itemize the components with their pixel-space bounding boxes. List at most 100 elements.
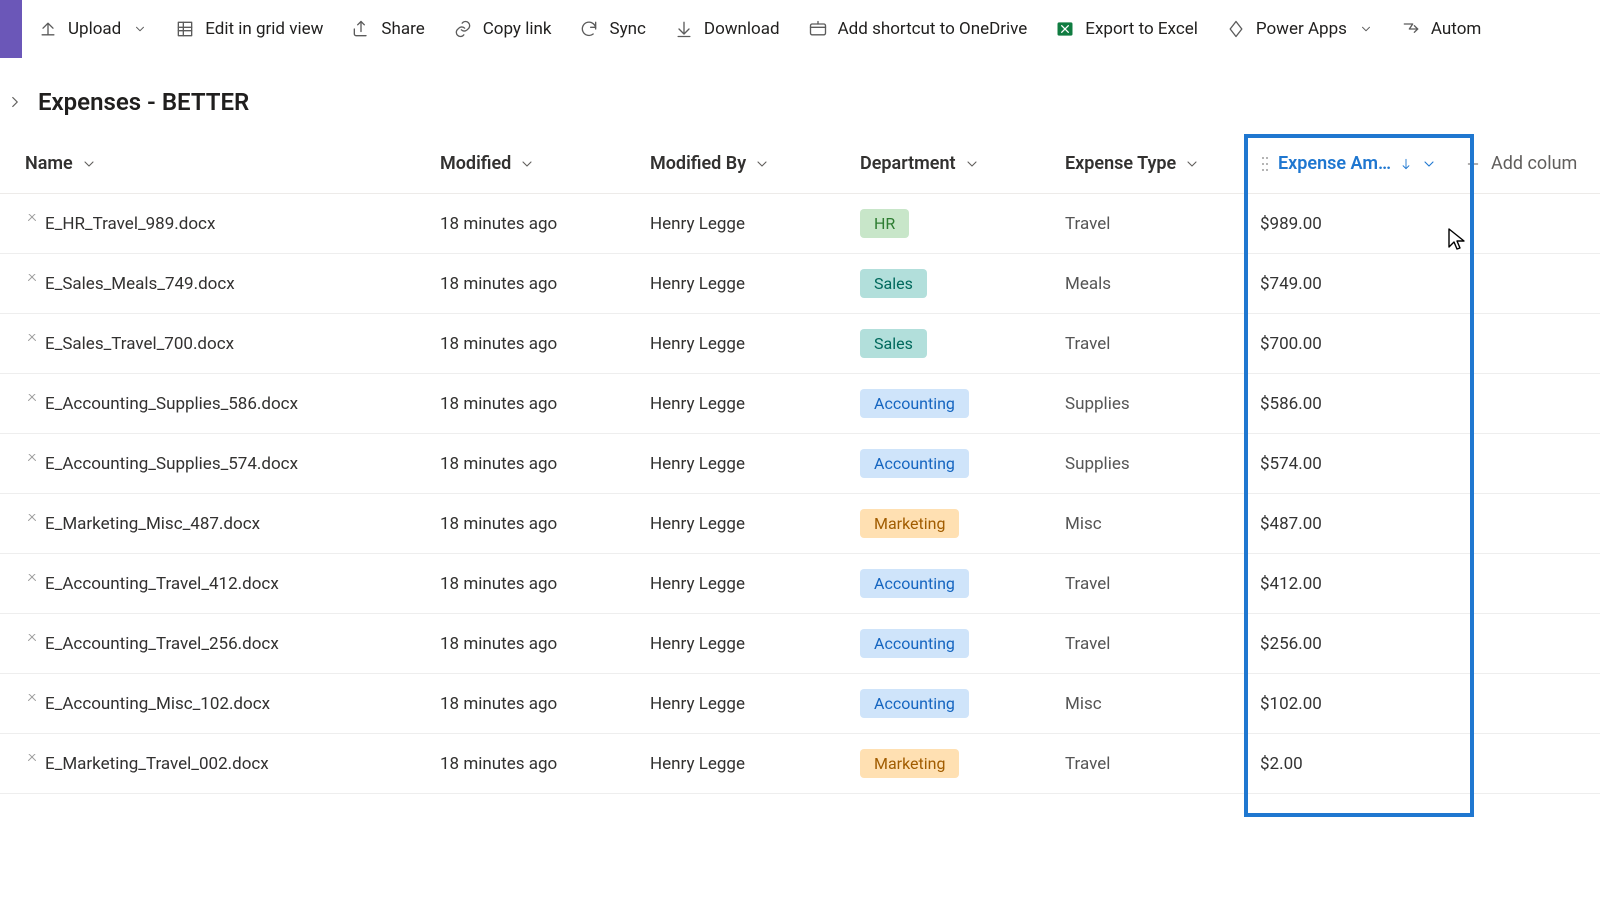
chevron-right-icon[interactable]	[6, 93, 24, 111]
chevron-down-icon	[1184, 156, 1200, 172]
modifiedby-text: Henry Legge	[650, 694, 745, 714]
cell-department: Sales	[850, 329, 1055, 358]
modified-text: 18 minutes ago	[440, 694, 557, 714]
amount-text: $256.00	[1260, 634, 1322, 654]
download-icon	[674, 19, 694, 39]
amount-text: $700.00	[1260, 334, 1322, 354]
cell-department: Accounting	[850, 569, 1055, 598]
modified-text: 18 minutes ago	[440, 514, 557, 534]
table-row[interactable]: E_Marketing_Travel_002.docx18 minutes ag…	[0, 734, 1600, 794]
cell-expenseamount: $412.00	[1250, 574, 1455, 594]
cell-expenseamount: $256.00	[1250, 634, 1455, 654]
table-row[interactable]: E_Accounting_Travel_256.docx18 minutes a…	[0, 614, 1600, 674]
col-expenseamount[interactable]: Expense Am…	[1250, 153, 1455, 174]
cell-name[interactable]: E_Accounting_Misc_102.docx	[15, 694, 430, 714]
col-modified[interactable]: Modified	[430, 153, 640, 174]
cell-name[interactable]: E_Marketing_Travel_002.docx	[15, 754, 430, 774]
copylink-label: Copy link	[483, 19, 552, 39]
cell-modifiedby: Henry Legge	[640, 334, 850, 354]
table-row[interactable]: E_Accounting_Supplies_574.docx18 minutes…	[0, 434, 1600, 494]
table-row[interactable]: E_Marketing_Misc_487.docx 18 minutes ago H…	[0, 494, 1600, 554]
cell-department: Accounting	[850, 689, 1055, 718]
table-row[interactable]: E_HR_Travel_989.docx 18 minutes ago Henry …	[0, 194, 1600, 254]
edit-grid-label: Edit in grid view	[205, 19, 323, 39]
drag-grip-icon[interactable]	[1260, 155, 1270, 173]
cell-expensetype: Travel	[1055, 334, 1250, 354]
cell-name[interactable]: E_Marketing_Misc_487.docx	[15, 514, 430, 534]
document-icon	[25, 754, 39, 763]
expensetype-text: Travel	[1065, 334, 1110, 354]
expensetype-text: Travel	[1065, 754, 1110, 774]
department-pill: Sales	[860, 329, 927, 358]
modifiedby-text: Henry Legge	[650, 334, 745, 354]
share-label: Share	[381, 19, 424, 39]
cell-department: Marketing	[850, 509, 1055, 538]
export-excel-button[interactable]: Export to Excel	[1043, 13, 1210, 45]
chevron-down-icon	[754, 156, 770, 172]
powerapps-label: Power Apps	[1256, 19, 1347, 39]
modifiedby-text: Henry Legge	[650, 514, 745, 534]
cell-name[interactable]: E_Accounting_Supplies_574.docx	[15, 454, 430, 474]
col-department[interactable]: Department	[850, 153, 1055, 174]
table-row[interactable]: E_Sales_Travel_700.docx18 minutes agoHen…	[0, 314, 1600, 374]
cell-modifiedby: Henry Legge	[640, 394, 850, 414]
col-name[interactable]: Name	[15, 153, 430, 174]
amount-text: $574.00	[1260, 454, 1322, 474]
grid-icon	[175, 19, 195, 39]
download-button[interactable]: Download	[662, 13, 792, 45]
cell-modified: 18 minutes ago	[430, 514, 640, 534]
col-expensetype[interactable]: Expense Type	[1055, 153, 1250, 174]
department-pill: Accounting	[860, 629, 969, 658]
share-button[interactable]: Share	[339, 13, 436, 45]
table-row[interactable]: E_Accounting_Supplies_586.docx 18 minutes…	[0, 374, 1600, 434]
cell-modified: 18 minutes ago	[430, 214, 640, 234]
chevron-down-icon[interactable]	[1421, 156, 1437, 172]
table-row[interactable]: E_Accounting_Misc_102.docx 18 minutes ago…	[0, 674, 1600, 734]
export-excel-label: Export to Excel	[1085, 19, 1198, 39]
cell-modified: 18 minutes ago	[430, 574, 640, 594]
automate-button[interactable]: Autom	[1389, 13, 1493, 45]
upload-button[interactable]: Upload	[26, 13, 159, 45]
powerapps-button[interactable]: Power Apps	[1214, 13, 1385, 45]
powerapps-icon	[1226, 19, 1246, 39]
amount-text: $586.00	[1260, 394, 1322, 414]
col-modifiedby[interactable]: Modified By	[640, 153, 850, 174]
command-bar: Upload Edit in grid view Share Copy link…	[0, 0, 1600, 58]
department-pill: HR	[860, 209, 909, 238]
cell-name[interactable]: E_Accounting_Travel_256.docx	[15, 634, 430, 654]
col-addcolumn[interactable]: Add colum	[1455, 153, 1600, 174]
table-row[interactable]: E_Sales_Meals_749.docx18 minutes agoHenr…	[0, 254, 1600, 314]
table-row[interactable]: E_Accounting_Travel_412.docx18 minutes a…	[0, 554, 1600, 614]
cell-expensetype: Travel	[1055, 574, 1250, 594]
cell-expensetype: Travel	[1055, 754, 1250, 774]
cell-name[interactable]: E_Sales_Travel_700.docx	[15, 334, 430, 354]
file-name: E_Sales_Meals_749.docx	[45, 274, 235, 294]
cell-department: HR	[850, 209, 1055, 238]
modified-text: 18 minutes ago	[440, 394, 557, 414]
cell-modifiedby: Henry Legge	[640, 694, 850, 714]
cell-name[interactable]: E_Accounting_Supplies_586.docx	[15, 394, 430, 414]
expensetype-text: Travel	[1065, 214, 1110, 234]
cell-name[interactable]: E_Sales_Meals_749.docx	[15, 274, 430, 294]
copylink-button[interactable]: Copy link	[441, 13, 564, 45]
edit-grid-button[interactable]: Edit in grid view	[163, 13, 335, 45]
expensetype-text: Supplies	[1065, 394, 1130, 414]
modifiedby-text: Henry Legge	[650, 454, 745, 474]
share-icon	[351, 19, 371, 39]
document-icon	[25, 274, 39, 283]
grid-header: Name Modified Modified By Department Exp…	[0, 134, 1600, 194]
plus-icon	[1465, 156, 1481, 172]
file-name: E_Sales_Travel_700.docx	[45, 334, 234, 354]
file-name: E_HR_Travel_989.docx	[45, 214, 215, 234]
cell-department: Sales	[850, 269, 1055, 298]
expensetype-text: Supplies	[1065, 454, 1130, 474]
cell-name[interactable]: E_HR_Travel_989.docx	[15, 214, 430, 234]
cell-expenseamount: $2.00	[1250, 754, 1455, 774]
modifiedby-text: Henry Legge	[650, 574, 745, 594]
sync-button[interactable]: Sync	[567, 13, 657, 45]
cell-name[interactable]: E_Accounting_Travel_412.docx	[15, 574, 430, 594]
cell-modifiedby: Henry Legge	[640, 274, 850, 294]
addshortcut-button[interactable]: Add shortcut to OneDrive	[796, 13, 1040, 45]
modifiedby-text: Henry Legge	[650, 214, 745, 234]
cell-expenseamount: $574.00	[1250, 454, 1455, 474]
